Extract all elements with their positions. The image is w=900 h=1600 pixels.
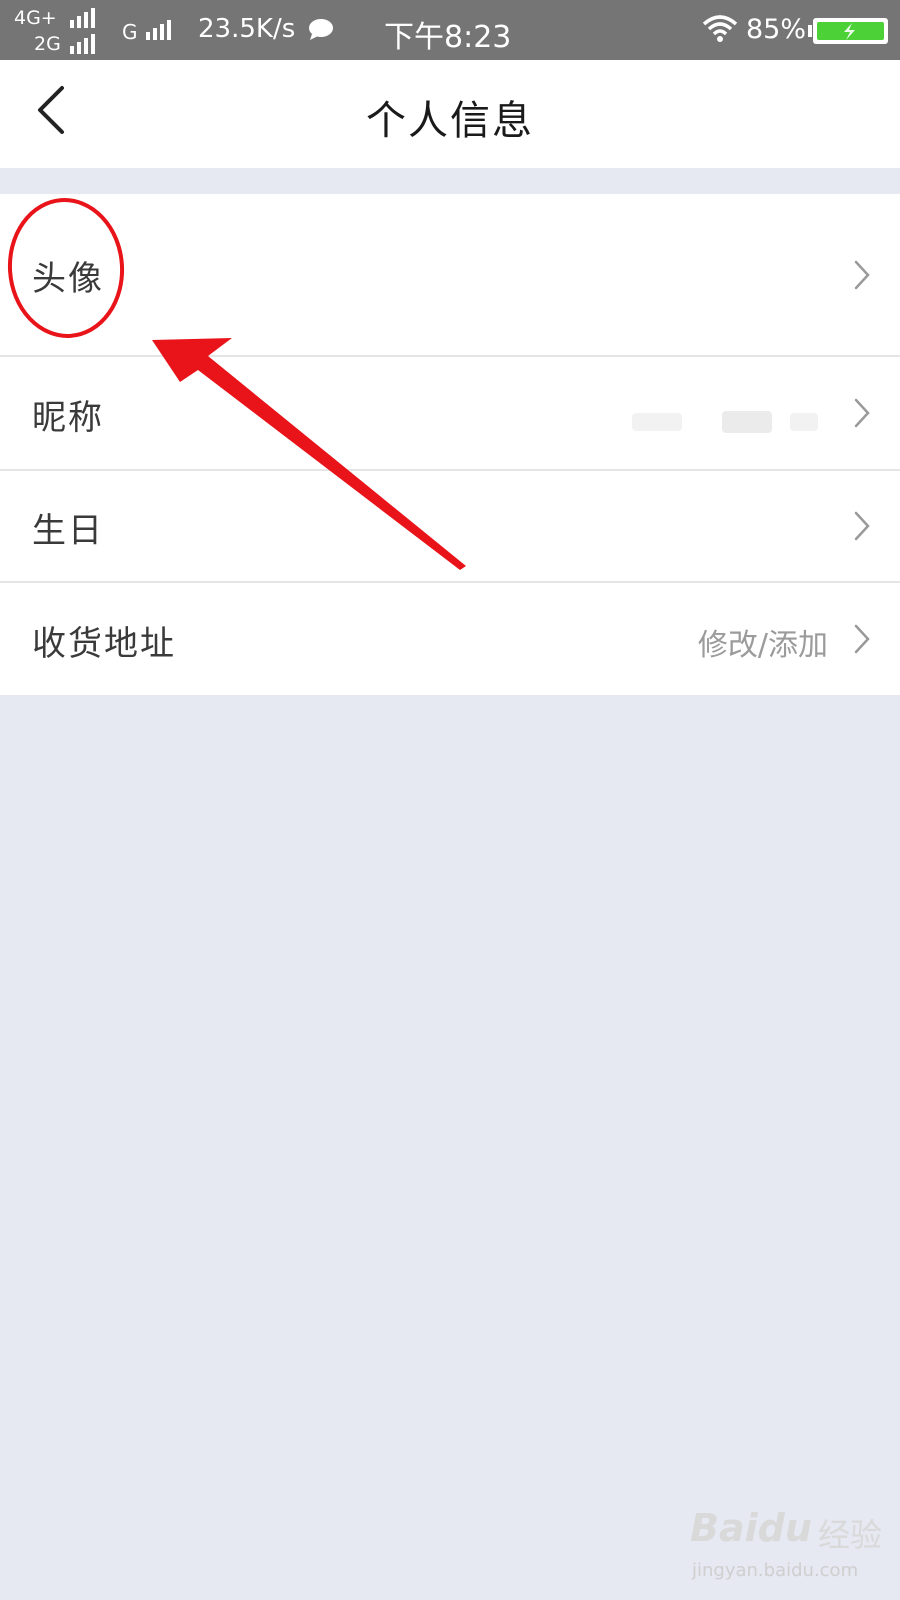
row-address-value: 修改/添加 bbox=[697, 628, 828, 663]
signal-bars-icon bbox=[70, 34, 95, 54]
network-2g-label: 2G bbox=[34, 33, 61, 55]
row-address-label: 收货地址 bbox=[32, 624, 176, 664]
watermark-url: jingyan.baidu.com bbox=[692, 1560, 859, 1581]
wifi-icon bbox=[702, 15, 738, 42]
nickname-blurred bbox=[632, 413, 682, 431]
chevron-right-icon bbox=[854, 511, 870, 541]
row-nickname-label: 昵称 bbox=[32, 398, 104, 438]
clock: 下午8:23 bbox=[384, 20, 512, 55]
watermark-brand: Baidu bbox=[690, 1506, 812, 1550]
chevron-right-icon bbox=[854, 398, 870, 428]
signal-bars-icon bbox=[146, 20, 171, 40]
row-birthday[interactable]: 生日 bbox=[0, 471, 900, 581]
status-bar: 4G+ 2G G 23.5K/s 下午8:23 85% bbox=[0, 0, 900, 60]
chevron-right-icon bbox=[854, 624, 870, 654]
network-4g-label: 4G+ bbox=[14, 7, 57, 29]
nickname-blurred bbox=[790, 413, 818, 431]
row-shipping-address[interactable]: 收货地址 修改/添加 bbox=[0, 583, 900, 695]
page-title: 个人信息 bbox=[366, 98, 534, 144]
network-indicator: 4G+ 2G bbox=[14, 6, 114, 56]
section-gap bbox=[0, 168, 900, 194]
battery-charging-icon bbox=[808, 18, 888, 44]
battery-percent: 85% bbox=[746, 14, 807, 45]
row-birthday-label: 生日 bbox=[32, 511, 104, 551]
nav-header: 个人信息 bbox=[0, 60, 900, 168]
nickname-blurred bbox=[722, 411, 772, 433]
baidu-watermark: Baidu 经验 jingyan.baidu.com bbox=[690, 1506, 900, 1600]
row-avatar-label: 头像 bbox=[32, 259, 104, 299]
chat-bubble-icon bbox=[309, 19, 333, 40]
network-g-label: G bbox=[122, 20, 138, 44]
signal-bars-icon bbox=[70, 8, 95, 28]
row-nickname[interactable]: 昵称 bbox=[0, 357, 900, 469]
watermark-brand-cn: 经验 bbox=[818, 1516, 883, 1554]
chevron-right-icon bbox=[854, 260, 870, 290]
row-avatar[interactable]: 头像 bbox=[0, 194, 900, 356]
network-speed: 23.5K/s bbox=[198, 14, 296, 44]
